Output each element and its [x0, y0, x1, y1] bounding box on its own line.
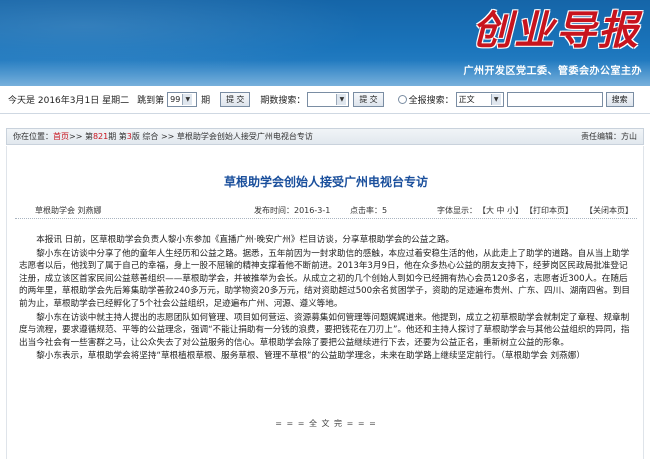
fulltext-scope-select[interactable]: 正文 ▼	[455, 92, 504, 107]
chevron-down-icon: ▼	[182, 94, 193, 105]
jump-label: 跳到第	[137, 96, 165, 106]
issue-search-submit-button[interactable]: 提 交	[353, 92, 384, 107]
chevron-down-icon: ▼	[490, 94, 501, 105]
issue-select-value: 99	[170, 95, 181, 104]
font-size-controls: 【大 中 小】	[478, 206, 524, 215]
breadcrumb-page-label: 版 综合 >> 草根助学会创始人接受广州电视台专访	[131, 132, 313, 141]
responsible-editor: 责任编辑：方山	[581, 132, 637, 141]
font-size-medium[interactable]: 中	[497, 206, 505, 215]
article-body: 本报讯 日前，区草根助学会负责人黎小东参加《直播广州·晚安广州》栏目访谈，分享草…	[19, 234, 635, 364]
chevron-down-icon: ▼	[336, 94, 347, 105]
article-panel: 草根助学会创始人接受广州电视台专访 草根助学会 刘燕娜 发布时间：2016-3-…	[6, 146, 644, 459]
article-paragraph: 黎小东在访谈中就主持人提出的志愿团队如何管理、项目如何营运、资源募集如何管理等问…	[19, 312, 630, 348]
meta-divider	[15, 218, 637, 219]
breadcrumb-prefix: 你在位置：	[13, 132, 53, 141]
breadcrumb-issue-label: 期 第	[108, 132, 127, 141]
click-count: 点击率：5	[350, 206, 388, 215]
fulltext-search-input[interactable]	[506, 92, 603, 107]
article-author: 草根助学会 刘燕娜	[35, 206, 102, 215]
masthead-logo: 创业导报	[472, 7, 640, 54]
article-paragraph: 黎小东表示，草根助学会将坚持“草根植根草根、服务草根、管理不草根”的公益助学理念…	[36, 351, 585, 362]
masthead-subtitle: 广州开发区党工委、管委会办公室主办	[463, 66, 642, 77]
fulltext-scope-value: 正文	[458, 95, 475, 104]
search-button[interactable]: 搜索	[605, 92, 634, 107]
fulltext-radio[interactable]	[397, 95, 407, 104]
date-text: 今天是 2016年3月1日 星期二	[8, 96, 130, 106]
article-title: 草根助学会创始人接受广州电视台专访	[223, 175, 428, 189]
print-link[interactable]: 【打印本页】	[525, 205, 573, 216]
article-paragraph: 黎小东在访谈中分享了他的童年人生经历和公益之路。据悉，五年前因为一封求助信的感触…	[19, 248, 630, 309]
fulltext-label: 全报搜索：	[408, 96, 454, 106]
issue-search-select[interactable]: ▼	[307, 92, 350, 107]
issue-search-label: 期数搜索：	[260, 96, 306, 106]
issue-select[interactable]: 99 ▼	[167, 92, 198, 107]
breadcrumb-separator: >> 第	[69, 132, 93, 141]
article-meta: 草根助学会 刘燕娜 发布时间：2016-3-1 点击率：5 字体显示： 【大 中…	[7, 202, 645, 218]
publish-time: 发布时间：2016-3-1	[254, 206, 331, 215]
breadcrumb: 你在位置： 首页 >> 第 821 期 第 3 版 综合 >> 草根助学会创始人…	[6, 128, 644, 145]
article-end-mark: = = = 全 文 完 = = =	[275, 419, 377, 428]
breadcrumb-issue-number[interactable]: 821	[93, 132, 108, 141]
font-size-small[interactable]: 小	[507, 206, 515, 215]
header-banner: 创业导报 广州开发区党工委、管委会办公室主办	[0, 0, 650, 86]
font-size-big[interactable]: 大	[486, 206, 494, 215]
font-size-label: 字体显示：	[437, 206, 477, 215]
close-link[interactable]: 【关闭本页】	[585, 205, 633, 216]
toolbar: 今天是 2016年3月1日 星期二 跳到第 99 ▼ 期 提 交 期数搜索： ▼…	[0, 86, 650, 114]
breadcrumb-home-link[interactable]: 首页	[53, 131, 69, 142]
issue-unit: 期	[201, 96, 211, 106]
jump-submit-button[interactable]: 提 交	[220, 92, 251, 107]
article-paragraph: 本报讯 日前，区草根助学会负责人黎小东参加《直播广州·晚安广州》栏目访谈，分享草…	[36, 235, 455, 245]
toolbar-group: 今天是 2016年3月1日 星期二 跳到第 99 ▼ 期 提 交 期数搜索： ▼…	[8, 92, 634, 107]
